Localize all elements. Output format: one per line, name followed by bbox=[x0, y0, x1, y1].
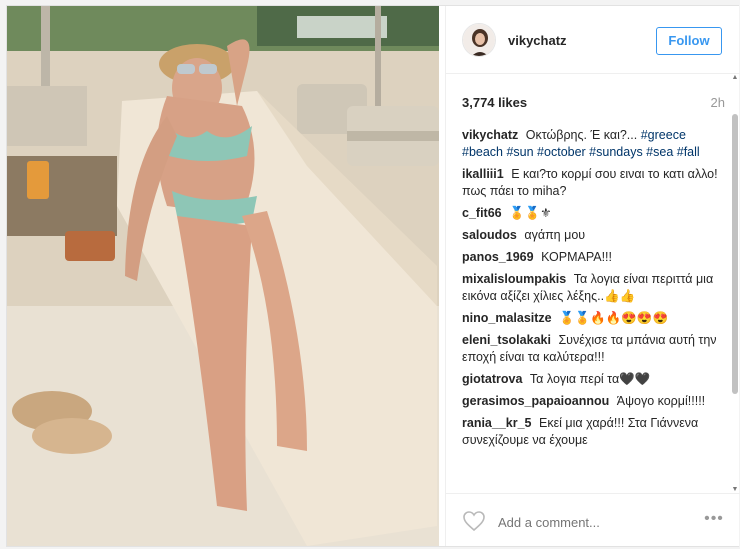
caption: vikychatz Οκτώβρης. Έ και?... #greece #b… bbox=[462, 127, 724, 161]
post-side-panel: vikychatz Follow 3,774 likes 2h vikychat… bbox=[445, 6, 740, 546]
comment-item: saloudos αγάπη μου bbox=[462, 227, 724, 244]
beach-photo-illustration bbox=[7, 6, 439, 546]
instagram-post-modal: vikychatz Follow 3,774 likes 2h vikychat… bbox=[6, 5, 740, 547]
comment-text: ΚΟΡΜΑΡΑ!!! bbox=[541, 250, 612, 264]
heart-outline-icon bbox=[463, 511, 485, 532]
comment-item: gerasimos_papaioannou Άψογο κορμί!!!!! bbox=[462, 393, 724, 410]
post-header: vikychatz Follow bbox=[446, 6, 740, 74]
comment-list: vikychatz Οκτώβρης. Έ και?... #greece #b… bbox=[462, 127, 724, 487]
scroll-up-icon[interactable]: ▲ bbox=[731, 74, 739, 82]
comment-item: c_fit66 🏅🏅⚜ bbox=[462, 205, 724, 222]
heart-icon[interactable] bbox=[462, 509, 486, 533]
like-count[interactable]: 3,774 likes bbox=[462, 95, 527, 110]
avatar-image bbox=[463, 24, 495, 56]
comment-username[interactable]: nino_malasitze bbox=[462, 311, 552, 325]
comment-text: Άψογο κορμί!!!!! bbox=[616, 394, 706, 408]
comment-username[interactable]: mixalisloumpakis bbox=[462, 272, 566, 286]
post-footer: ••• bbox=[446, 493, 740, 546]
post-timestamp[interactable]: 2h bbox=[711, 95, 725, 110]
comment-text: Τα λογια περί τα🖤🖤 bbox=[529, 372, 651, 386]
caption-username[interactable]: vikychatz bbox=[462, 128, 518, 142]
comment-username[interactable]: ikalliii1 bbox=[462, 167, 504, 181]
comment-username[interactable]: gerasimos_papaioannou bbox=[462, 394, 609, 408]
comment-item: mixalisloumpakis Τα λογια είναι περιττά … bbox=[462, 271, 724, 305]
comment-item: panos_1969 ΚΟΡΜΑΡΑ!!! bbox=[462, 249, 724, 266]
more-options-icon[interactable]: ••• bbox=[701, 511, 727, 529]
comment-item: giotatrova Τα λογια περί τα🖤🖤 bbox=[462, 371, 724, 388]
caption-text: Οκτώβρης. Έ και?... bbox=[525, 128, 638, 142]
comment-item: ikalliii1 Ε και?το κορμί σου ειναι το κα… bbox=[462, 166, 724, 200]
comment-username[interactable]: giotatrova bbox=[462, 372, 522, 386]
user-avatar[interactable] bbox=[462, 23, 496, 57]
comment-text: 🏅🏅🔥🔥😍😍😍 bbox=[559, 311, 669, 325]
scrollbar-thumb[interactable] bbox=[732, 114, 738, 394]
comment-text: 🏅🏅⚜ bbox=[509, 206, 552, 220]
comment-username[interactable]: c_fit66 bbox=[462, 206, 502, 220]
comment-item: rania__kr_5 Εκεί μια χαρά!!! Στα Γιάννεν… bbox=[462, 415, 724, 449]
comment-username[interactable]: rania__kr_5 bbox=[462, 416, 532, 430]
post-username[interactable]: vikychatz bbox=[508, 33, 567, 48]
comment-username[interactable]: panos_1969 bbox=[462, 250, 534, 264]
comment-item: nino_malasitze 🏅🏅🔥🔥😍😍😍 bbox=[462, 310, 724, 327]
comment-text: αγάπη μου bbox=[524, 228, 586, 242]
comment-item: eleni_tsolakaki Συνέχισε τα μπάνια αυτή … bbox=[462, 332, 724, 366]
comment-username[interactable]: saloudos bbox=[462, 228, 517, 242]
follow-button[interactable]: Follow bbox=[656, 27, 722, 55]
comment-username[interactable]: eleni_tsolakaki bbox=[462, 333, 551, 347]
add-comment-input[interactable] bbox=[498, 512, 678, 532]
post-photo[interactable] bbox=[7, 6, 439, 546]
comments-scrollbar[interactable]: ▲ ▼ bbox=[731, 74, 739, 494]
